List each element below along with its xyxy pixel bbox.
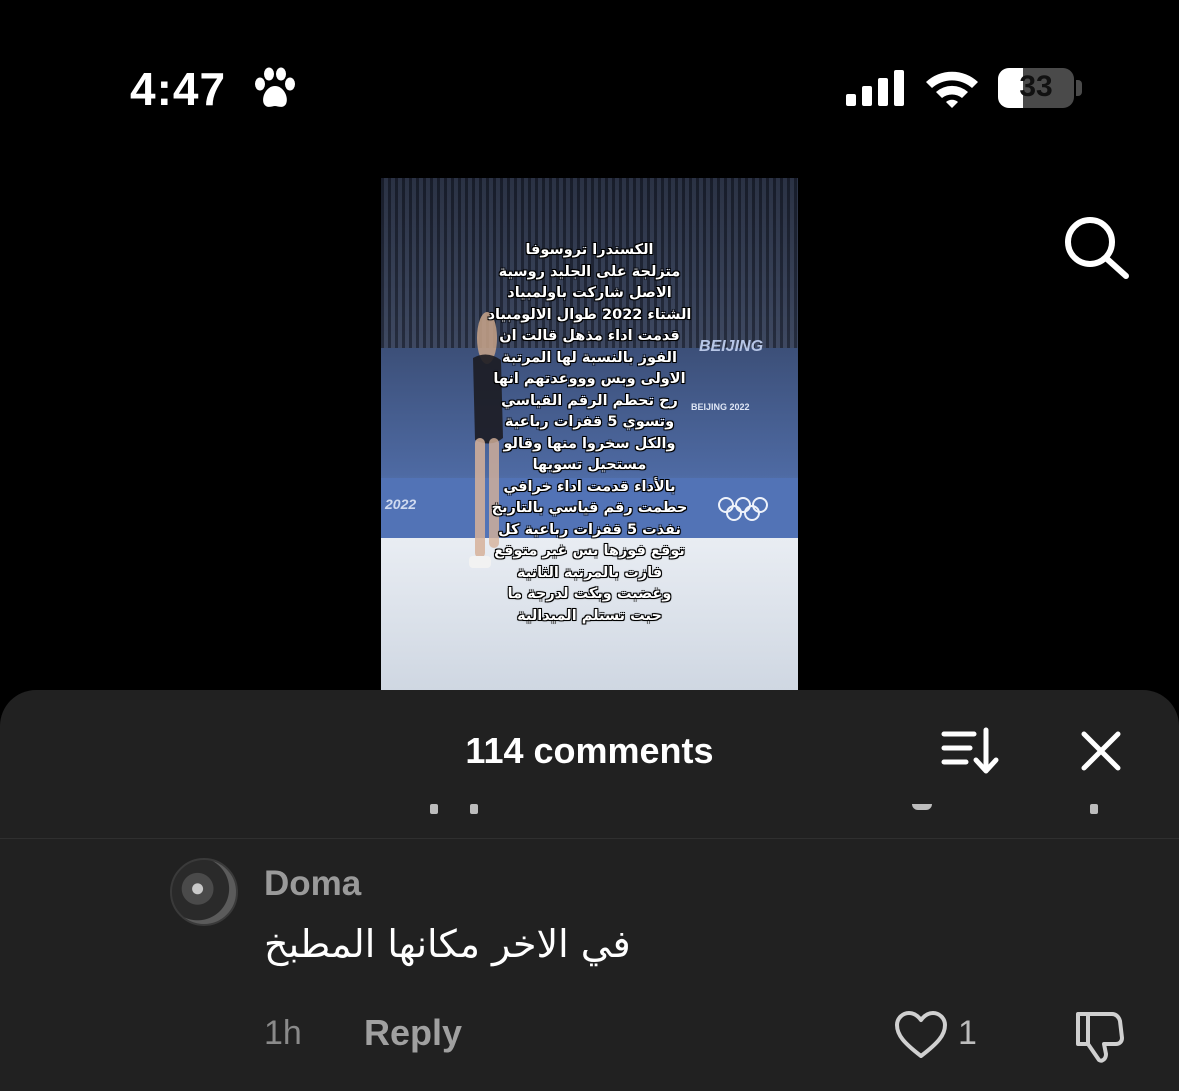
status-time: 4:47 xyxy=(130,63,227,115)
search-icon[interactable] xyxy=(1060,212,1132,284)
caption-line: الاولى وبس وووعدتهم انها xyxy=(493,371,686,387)
divider xyxy=(0,838,1179,839)
caption-line: نفذت 5 قفزات رباعية كل xyxy=(498,521,681,538)
comment-text: في الاخر مكانها المطبخ xyxy=(264,922,631,966)
like-count: 1 xyxy=(958,1014,977,1052)
caption-line: مستحيل تسويها xyxy=(532,457,647,473)
caption-line: توقع فوزها بس غير متوقع xyxy=(494,543,685,559)
comment-time: 1h xyxy=(264,1014,302,1052)
paw-icon xyxy=(255,67,295,107)
battery-icon: 33 xyxy=(998,68,1074,108)
reply-button[interactable]: Reply xyxy=(364,1012,462,1054)
caption-line: الاصل شاركت باولمبياد xyxy=(507,285,672,301)
caption-line: متزلجة على الجليد روسية xyxy=(498,263,681,280)
heart-icon[interactable] xyxy=(894,1010,948,1060)
caption-line: وغضبت وبكت لدرجة ما xyxy=(507,586,672,602)
comments-count-title: 114 comments xyxy=(465,730,714,771)
caption-line: الشتاء 2022 طوال الالومبياد xyxy=(487,306,692,323)
caption-line: بالأداء قدمت اداء خرافي xyxy=(503,478,676,495)
video-caption-overlay: الكسندرا تروسوفا متزلجة على الجليد روسية… xyxy=(381,240,798,627)
caption-line: قدمت اداء مذهل قالت ان xyxy=(499,328,680,344)
caption-line: حطمت رقم قياسي بالتاريخ xyxy=(491,500,688,516)
video-player[interactable]: BEIJING BEIJING 2022 2022 الكسندرا تروسو… xyxy=(381,178,798,690)
caption-line: الفوز بالنسبة لها المرتبة xyxy=(502,349,677,366)
phone-screen: 4:47 33 BEIJING BEIJING 2022 2022 الكسند… xyxy=(0,0,1179,1091)
caption-line: والكل سخروا منها وقالو xyxy=(503,435,676,452)
comment-author[interactable]: Doma xyxy=(264,864,361,904)
peek-glyph xyxy=(470,804,478,814)
wifi-icon xyxy=(926,71,978,108)
battery-nub xyxy=(1076,80,1082,96)
battery-percent: 33 xyxy=(1019,70,1053,103)
caption-line: الكسندرا تروسوفا xyxy=(525,242,654,258)
peek-glyph xyxy=(1090,804,1098,814)
caption-line: فازت بالمرتبة الثانية xyxy=(516,564,663,581)
sort-icon[interactable] xyxy=(940,726,1000,776)
peek-glyph xyxy=(430,804,438,814)
peek-glyph xyxy=(912,804,932,810)
previous-comment-peek xyxy=(0,802,1179,822)
caption-line: رح تحطم الرقم القياسي xyxy=(501,392,678,409)
cellular-signal-icon xyxy=(846,70,904,106)
avatar[interactable] xyxy=(170,858,238,926)
caption-line: وتسوي 5 قفزات رباعية xyxy=(504,414,675,430)
close-icon[interactable] xyxy=(1078,728,1124,774)
caption-line: حبت تستلم الميدالية xyxy=(517,607,662,624)
thumbs-down-icon[interactable] xyxy=(1072,1008,1132,1064)
